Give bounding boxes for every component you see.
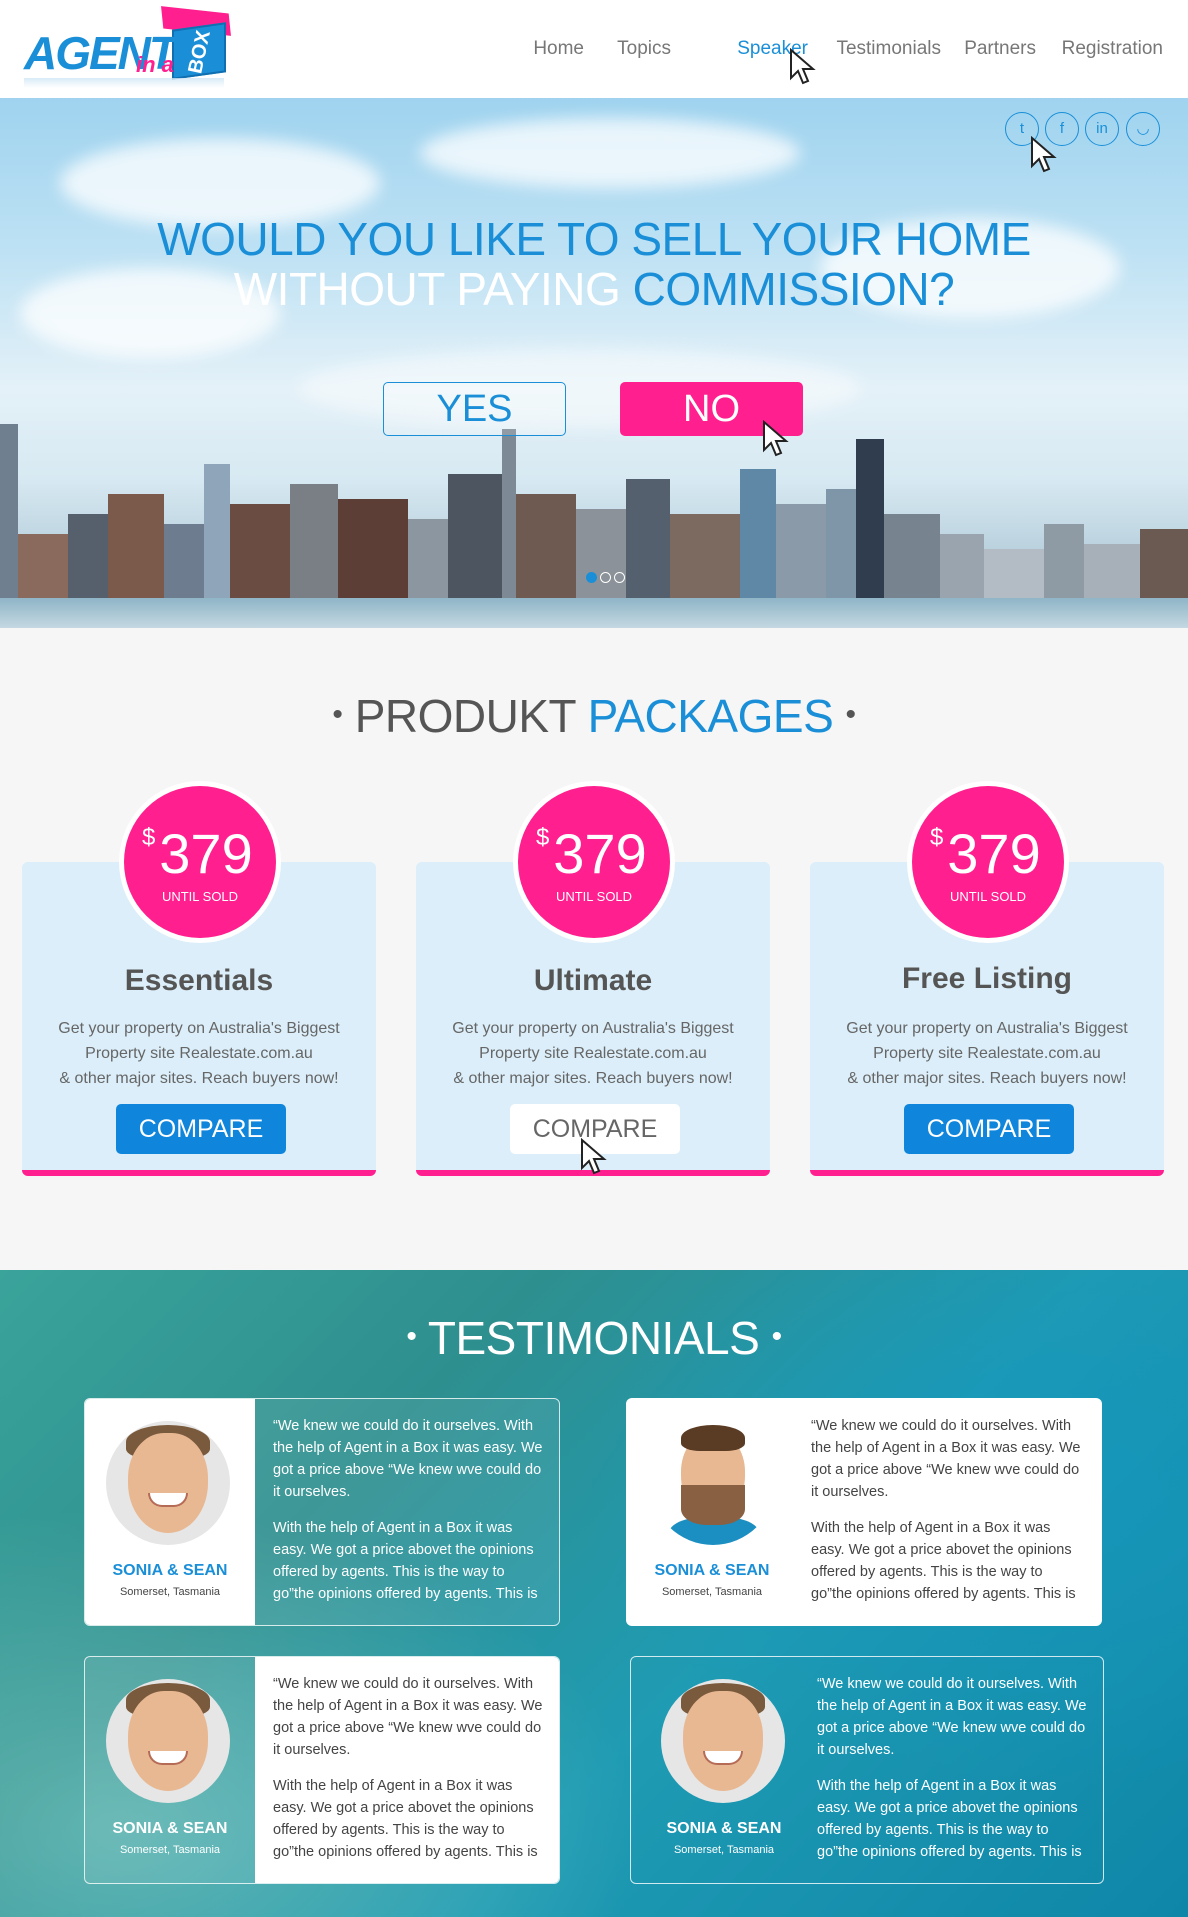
nav-registration[interactable]: Registration bbox=[1062, 36, 1163, 62]
testimonials-section: • TESTIMONIALS • SONIA & SEAN Somerset, … bbox=[0, 1270, 1188, 1917]
building bbox=[502, 429, 516, 604]
price-note: UNTIL SOLD bbox=[161, 889, 239, 904]
testimonial-name: SONIA & SEAN bbox=[666, 1820, 782, 1837]
nav-partners[interactable]: Partners bbox=[964, 36, 1036, 62]
testimonials-title: • TESTIMONIALS • bbox=[406, 1312, 782, 1364]
avatar bbox=[106, 1421, 230, 1545]
testimonial-name: SONIA & SEAN bbox=[112, 1820, 228, 1837]
avatar bbox=[651, 1421, 775, 1545]
building bbox=[448, 474, 502, 604]
nav-topics[interactable]: Topics bbox=[617, 36, 671, 62]
package-card-essentials: $ 379 UNTIL SOLD Essentials Get your pro… bbox=[22, 786, 376, 1176]
package-card-free-listing: $ 379 UNTIL SOLD Free Listing Get your p… bbox=[810, 786, 1164, 1176]
testimonial-location: Somerset, Tasmania bbox=[673, 1844, 775, 1856]
building bbox=[108, 494, 164, 604]
compare-button[interactable]: COMPARE bbox=[904, 1104, 1074, 1154]
nav-testimonials[interactable]: Testimonials bbox=[836, 36, 941, 62]
testimonial-card: SONIA & SEAN Somerset, Tasmania “We knew… bbox=[630, 1656, 1104, 1884]
logo-ina-text: in a bbox=[136, 52, 174, 77]
testimonial-card: SONIA & SEAN Somerset, Tasmania “We knew… bbox=[626, 1398, 1102, 1626]
testimonial-location: Somerset, Tasmania bbox=[119, 1844, 221, 1856]
building bbox=[856, 439, 884, 604]
testimonial-name: SONIA & SEAN bbox=[112, 1562, 228, 1579]
slider-dot-1[interactable] bbox=[586, 572, 597, 583]
avatar bbox=[106, 1679, 230, 1803]
building bbox=[230, 504, 290, 604]
building bbox=[516, 494, 576, 604]
building bbox=[826, 489, 856, 604]
slider-dot-2[interactable] bbox=[600, 572, 611, 583]
building bbox=[204, 464, 230, 604]
agent-in-a-box-logo[interactable]: BOX AGENT in a bbox=[22, 6, 232, 92]
building bbox=[1044, 524, 1084, 604]
building bbox=[670, 514, 740, 604]
river-water bbox=[0, 598, 1188, 628]
building bbox=[884, 514, 940, 604]
building bbox=[18, 534, 68, 604]
package-title: Essentials bbox=[124, 964, 274, 997]
building bbox=[68, 514, 108, 604]
hero-headline: WOULD YOU LIKE TO SELL YOUR HOME WITHOUT… bbox=[0, 214, 1188, 314]
price-note: UNTIL SOLD bbox=[555, 889, 633, 904]
testimonial-quote: “We knew we could do it ourselves. With … bbox=[255, 1657, 559, 1883]
building bbox=[576, 509, 626, 604]
price-amount: 379 bbox=[947, 822, 1041, 885]
testimonial-name: SONIA & SEAN bbox=[654, 1562, 770, 1579]
building bbox=[0, 424, 18, 604]
testimonial-location: Somerset, Tasmania bbox=[661, 1586, 763, 1598]
building bbox=[984, 549, 1044, 604]
yes-button[interactable]: YES bbox=[383, 382, 566, 436]
building bbox=[776, 504, 826, 604]
building bbox=[626, 479, 670, 604]
building bbox=[940, 534, 984, 604]
package-title: Free Listing bbox=[901, 962, 1073, 995]
slider-dot-3[interactable] bbox=[614, 572, 625, 583]
testimonial-location: Somerset, Tasmania bbox=[119, 1586, 221, 1598]
price-badge: $ 379 UNTIL SOLD bbox=[124, 786, 276, 938]
testimonial-card: SONIA & SEAN Somerset, Tasmania “We knew… bbox=[84, 1656, 560, 1884]
price-note: UNTIL SOLD bbox=[949, 889, 1027, 904]
avatar bbox=[661, 1679, 785, 1803]
compare-button[interactable]: COMPARE bbox=[116, 1104, 286, 1154]
hero-headline-line2a: WITHOUT PAYING bbox=[233, 263, 633, 315]
testimonial-card: SONIA & SEAN Somerset, Tasmania “We knew… bbox=[84, 1398, 560, 1626]
testimonial-person: SONIA & SEAN Somerset, Tasmania bbox=[85, 1657, 255, 1883]
building bbox=[164, 524, 204, 604]
package-title: Ultimate bbox=[533, 964, 653, 997]
nav-home[interactable]: Home bbox=[533, 36, 584, 62]
site-header: BOX AGENT in a Home Topics Speaker Testi… bbox=[0, 0, 1188, 98]
logo-reflection bbox=[24, 78, 224, 88]
package-description: Get your property on Australia's Biggest… bbox=[452, 1020, 734, 1087]
building bbox=[408, 519, 448, 604]
package-description: Get your property on Australia's Biggest… bbox=[58, 1020, 340, 1087]
package-card-ultimate: $ 379 UNTIL SOLD Ultimate Get your prope… bbox=[416, 786, 770, 1176]
packages-section: • PRODUKT PACKAGES • $ 379 UNTIL SOLD Es… bbox=[0, 628, 1188, 1270]
building bbox=[1140, 529, 1188, 604]
cloud bbox=[420, 118, 800, 188]
price-amount: 379 bbox=[159, 822, 253, 885]
testimonial-person: SONIA & SEAN Somerset, Tasmania bbox=[85, 1399, 255, 1625]
building bbox=[740, 469, 776, 604]
price-badge: $ 379 UNTIL SOLD bbox=[912, 786, 1064, 938]
building bbox=[1084, 544, 1140, 604]
price-badge: $ 379 UNTIL SOLD bbox=[518, 786, 670, 938]
building bbox=[338, 499, 408, 604]
package-description: Get your property on Australia's Biggest… bbox=[846, 1020, 1128, 1087]
packages-title: • PRODUKT PACKAGES • bbox=[332, 690, 856, 742]
hero-headline-line2b: COMMISSION? bbox=[632, 263, 955, 315]
linkedin-icon[interactable]: in bbox=[1085, 112, 1119, 146]
rss-icon[interactable]: ◡ bbox=[1126, 112, 1160, 146]
hero-headline-line1: WOULD YOU LIKE TO SELL YOUR HOME bbox=[157, 213, 1031, 265]
building bbox=[290, 484, 338, 604]
hero-banner: t f in ◡ WOULD YOU LIKE TO SELL YOUR HOM… bbox=[0, 98, 1188, 628]
testimonial-quote: “We knew we could do it ourselves. With … bbox=[255, 1399, 559, 1625]
price-amount: 379 bbox=[553, 822, 647, 885]
